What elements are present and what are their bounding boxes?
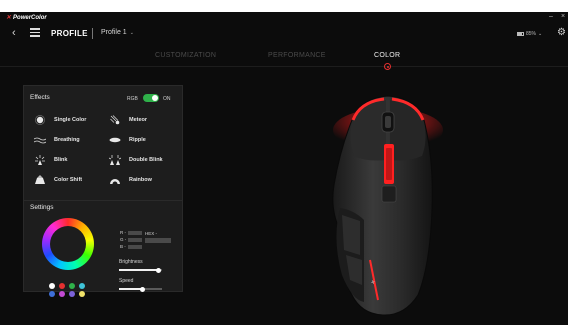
effect-label: Single Color: [54, 117, 87, 123]
effect-blink[interactable]: Blink: [34, 154, 67, 166]
effect-meteor[interactable]: Meteor: [109, 114, 147, 126]
brightness-fill: [119, 269, 159, 271]
effects-panel: Effects RGB ON Single Color Meteor Breat…: [23, 85, 183, 203]
powercolor-logo-icon: ✕: [6, 15, 12, 21]
active-tab-indicator-icon: [384, 63, 391, 70]
effect-color-shift[interactable]: Color Shift: [34, 174, 82, 186]
ripple-icon: [109, 135, 121, 145]
red-value-row: R -: [120, 230, 142, 235]
title-bar: ✕ PowerColor – ×: [0, 12, 568, 23]
settings-panel: Settings R - G - B - HEX - Brightness Sp…: [23, 200, 183, 297]
effect-label: Blink: [54, 157, 68, 163]
color-shift-icon: [34, 175, 46, 185]
minimize-button[interactable]: –: [549, 13, 553, 20]
battery-icon: [517, 32, 524, 36]
tab-customization[interactable]: CUSTOMIZATION: [155, 52, 216, 59]
speed-label: Speed: [119, 278, 134, 284]
effect-label: Double Blink: [129, 157, 163, 163]
tab-bar: CUSTOMIZATION PERFORMANCE COLOR: [0, 45, 568, 70]
effect-ripple[interactable]: Ripple: [109, 134, 146, 146]
hamburger-menu-icon[interactable]: [30, 28, 40, 37]
speed-fill: [119, 288, 143, 290]
green-value-row: G -: [120, 237, 143, 242]
single-color-icon: [34, 115, 46, 125]
hex-input[interactable]: [145, 238, 171, 243]
tab-performance[interactable]: PERFORMANCE: [268, 52, 326, 59]
brightness-thumb[interactable]: [156, 267, 162, 273]
red-label: R -: [120, 230, 126, 235]
blue-label: B -: [120, 244, 126, 249]
page-title: PROFILE: [51, 29, 88, 38]
meteor-icon: [109, 115, 121, 125]
rgb-toggle[interactable]: [143, 94, 159, 102]
brightness-slider[interactable]: [119, 267, 162, 273]
tab-color[interactable]: COLOR: [374, 52, 400, 59]
effect-label: Rainbow: [129, 177, 152, 183]
gear-icon[interactable]: ⚙: [557, 27, 566, 38]
blink-icon: [34, 155, 46, 165]
green-input[interactable]: [128, 237, 143, 242]
settings-title: Settings: [30, 204, 54, 211]
effect-label: Breathing: [54, 137, 80, 143]
battery-level: 85%: [526, 31, 537, 37]
profile-name: Profile 1: [101, 29, 127, 36]
color-swatch[interactable]: [59, 291, 65, 297]
effects-title: Effects: [30, 94, 50, 101]
color-swatch[interactable]: [79, 291, 85, 297]
brand-logo: ✕ PowerColor: [6, 14, 47, 22]
color-swatch[interactable]: [49, 291, 55, 297]
chevron-down-icon: ⌄: [129, 30, 134, 36]
speed-slider[interactable]: [119, 286, 162, 292]
color-swatch[interactable]: [59, 283, 65, 289]
profile-dropdown[interactable]: Profile 1 ⌄: [101, 29, 134, 36]
color-swatch[interactable]: [49, 283, 55, 289]
effect-double-blink[interactable]: Double Blink: [109, 154, 163, 166]
battery-status: 85% ⌄: [517, 31, 542, 37]
chevron-down-icon[interactable]: ⌄: [538, 31, 542, 37]
effect-label: Color Shift: [54, 177, 83, 183]
rgb-state: ON: [163, 96, 171, 102]
back-chevron-icon[interactable]: ‹: [12, 27, 16, 39]
color-wheel[interactable]: [42, 218, 94, 270]
effect-breathing[interactable]: Breathing: [34, 134, 80, 146]
mouse-image: ✕: [332, 95, 443, 316]
header-divider: [92, 28, 93, 39]
effect-label: Meteor: [129, 117, 148, 123]
hex-label: HEX -: [145, 231, 158, 236]
blue-input[interactable]: [127, 244, 142, 249]
red-input[interactable]: [128, 230, 142, 235]
effect-label: Ripple: [129, 137, 146, 143]
brand-name: PowerColor: [13, 14, 47, 21]
effect-rainbow[interactable]: Rainbow: [109, 174, 152, 186]
color-swatch[interactable]: [69, 291, 75, 297]
blue-value-row: B -: [120, 244, 142, 249]
app-window: ✕ PowerColor – × ‹ PROFILE Profile 1 ⌄ 85…: [0, 12, 568, 325]
speed-thumb[interactable]: [140, 286, 146, 292]
breathing-icon: [34, 135, 46, 145]
double-blink-icon: [109, 155, 121, 165]
toggle-knob: [152, 95, 158, 101]
header-bar: ‹ PROFILE Profile 1 ⌄ 85% ⌄ ⚙: [0, 23, 568, 45]
close-button[interactable]: ×: [561, 13, 565, 20]
rainbow-icon: [109, 175, 121, 185]
color-swatch[interactable]: [79, 283, 85, 289]
green-label: G -: [120, 237, 127, 242]
effect-single-color[interactable]: Single Color: [34, 114, 86, 126]
color-swatch[interactable]: [69, 283, 75, 289]
rgb-label: RGB: [127, 96, 138, 102]
brightness-label: Brightness: [119, 259, 143, 265]
